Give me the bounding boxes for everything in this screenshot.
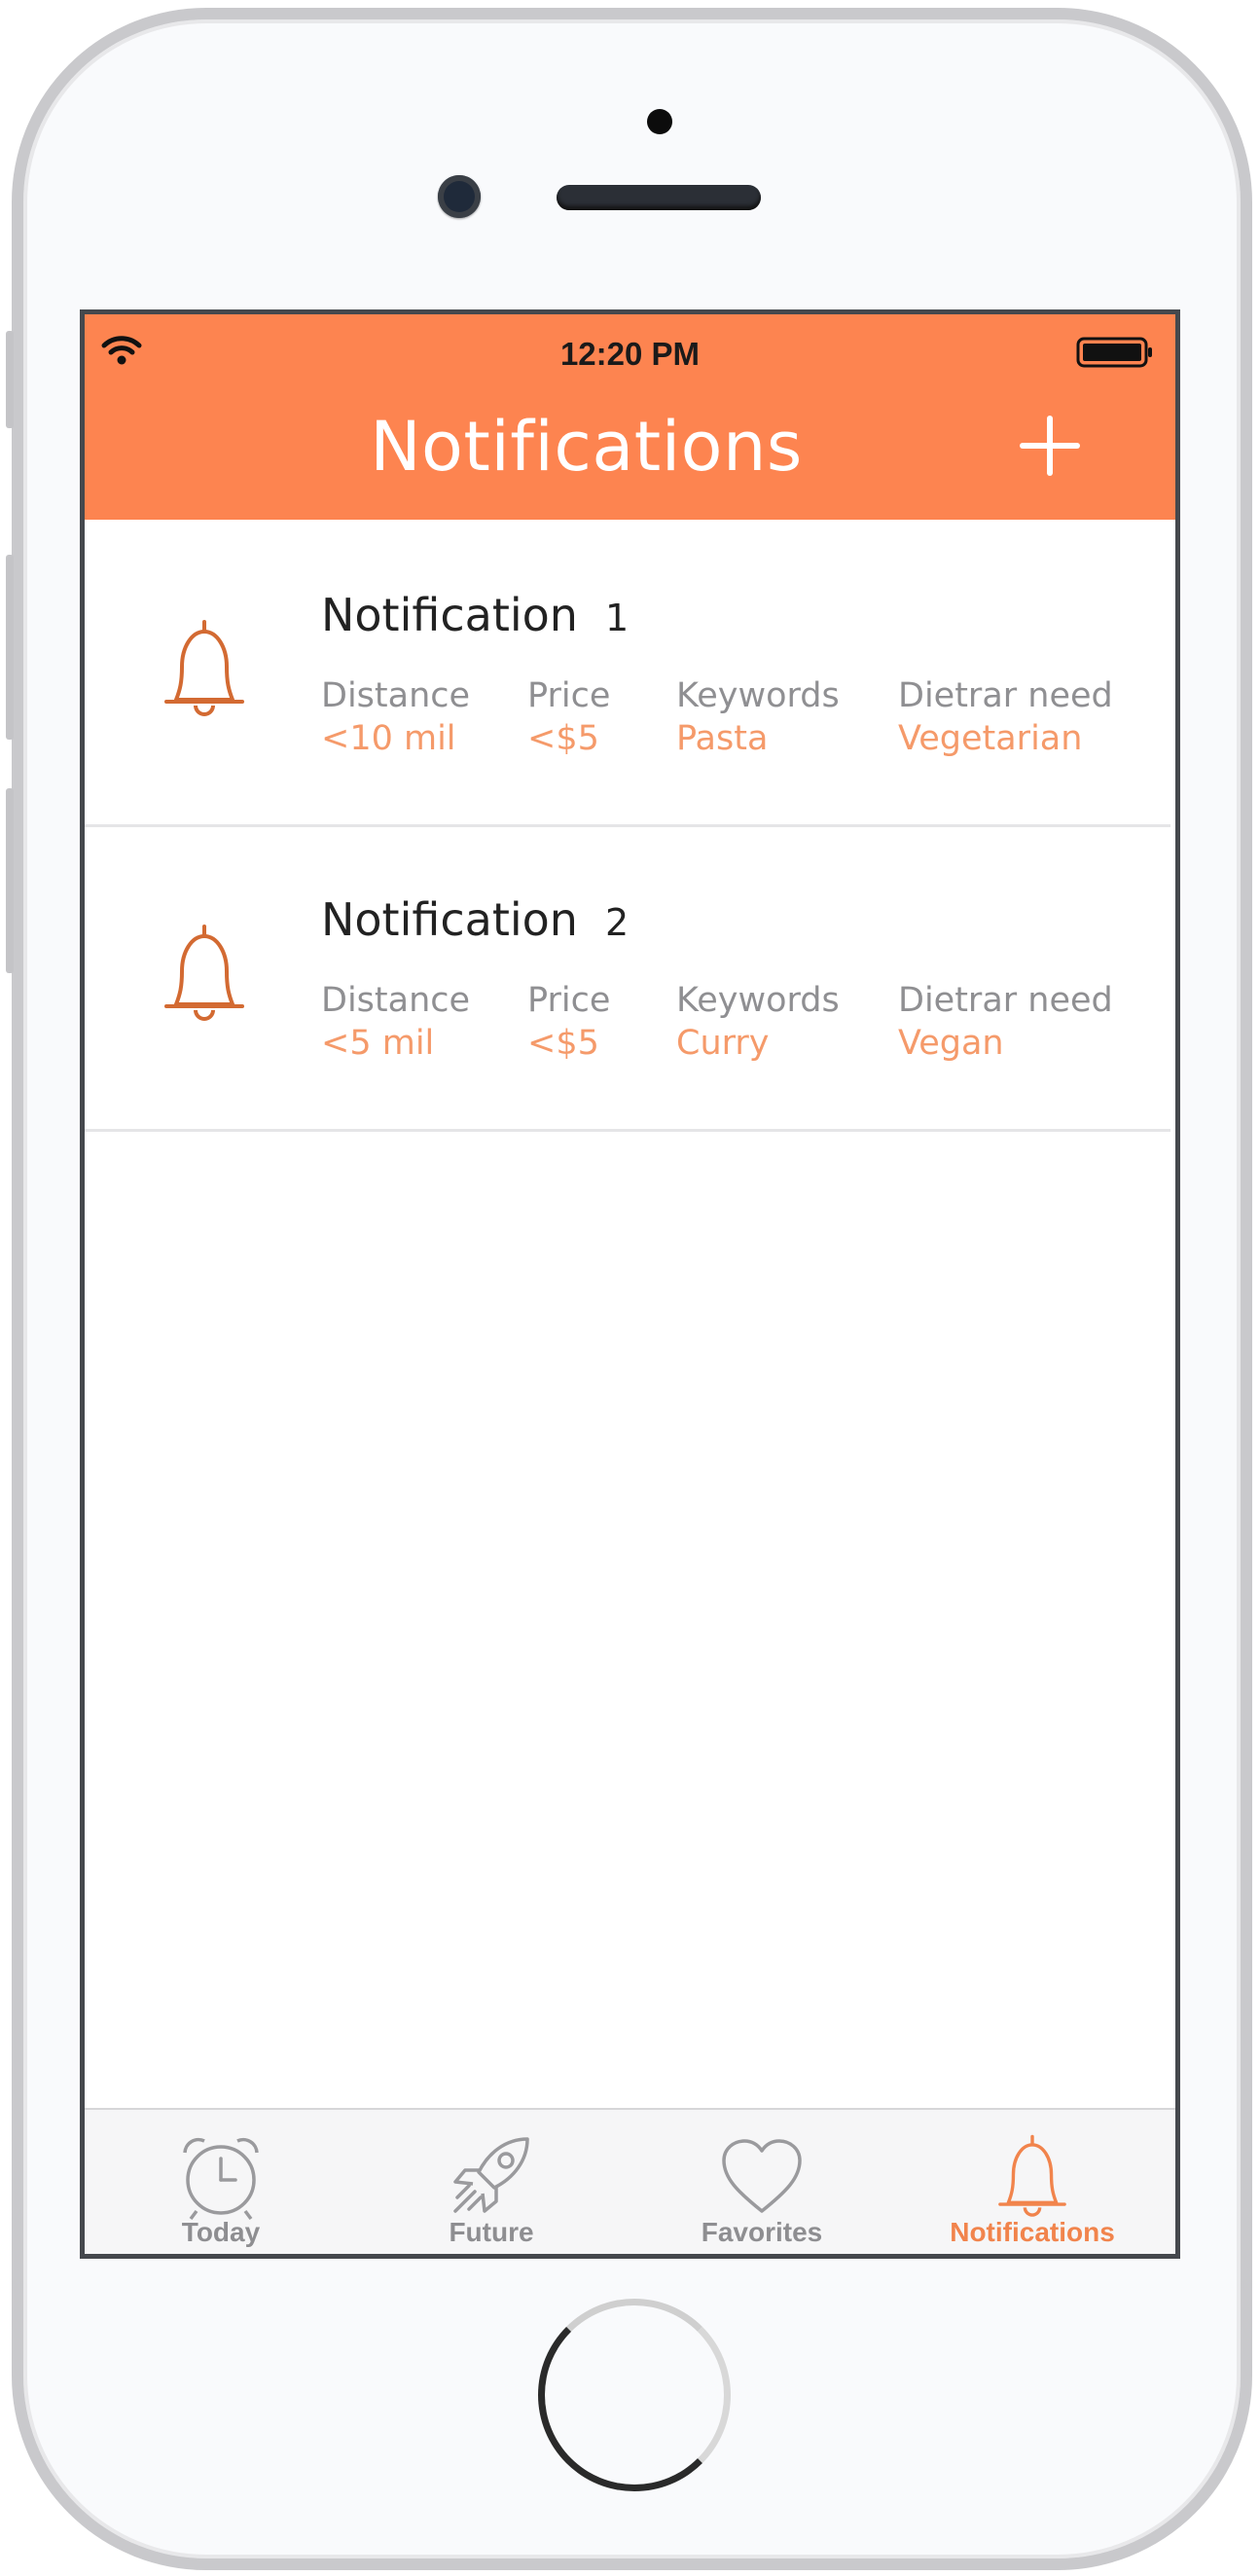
tab-bar: Today Future Favorites Notifications (85, 2108, 1175, 2254)
tab-favorites-label: Favorites (701, 2217, 823, 2247)
battery-icon (1076, 337, 1152, 368)
dietary-need-label: Dietrar need (898, 981, 1113, 1020)
price-field: Price <$5 (527, 676, 610, 758)
notification-title: Notification 2 (321, 893, 629, 946)
nav-header: 12:20 PM Notifications (85, 314, 1175, 520)
silent-switch (6, 331, 14, 428)
keywords-label: Keywords (676, 981, 840, 1020)
price-field: Price <$5 (527, 981, 610, 1063)
dietary-need-value: Vegan (898, 1024, 1004, 1063)
dietary-need-field: Dietrar need Vegetarian (898, 676, 1113, 758)
page-title: Notifications (370, 407, 803, 487)
notification-number: 2 (604, 901, 630, 944)
proximity-sensor (647, 109, 672, 134)
price-label: Price (527, 981, 611, 1020)
earpiece-speaker (557, 185, 761, 210)
distance-value: <10 mil (321, 719, 456, 758)
tab-notifications[interactable]: Notifications (896, 2110, 1169, 2254)
volume-up-button (6, 555, 14, 740)
dietary-need-field: Dietrar need Vegan (898, 981, 1113, 1063)
tab-notifications-label: Notifications (950, 2217, 1115, 2247)
add-notification-button[interactable] (1019, 415, 1081, 477)
dietary-need-label: Dietrar need (898, 676, 1113, 715)
price-value: <$5 (527, 719, 599, 758)
price-value: <$5 (527, 1024, 599, 1063)
front-camera (438, 175, 481, 218)
notification-row[interactable]: Notification 1 Distance <10 mil Price <$5… (85, 523, 1170, 827)
keywords-value: Curry (676, 1024, 770, 1063)
status-time: 12:20 PM (559, 336, 701, 372)
distance-label: Distance (321, 676, 471, 715)
notification-name: Notification (321, 589, 578, 641)
home-button[interactable] (538, 2299, 731, 2491)
alarm-clock-icon (183, 2137, 259, 2221)
tab-future-label: Future (449, 2217, 534, 2247)
distance-label: Distance (321, 981, 471, 1020)
tab-favorites[interactable]: Favorites (626, 2110, 898, 2254)
keywords-field: Keywords Curry (676, 981, 840, 1063)
keywords-label: Keywords (676, 676, 840, 715)
app-screen: 12:20 PM Notifications Notification 1 Dis… (80, 309, 1180, 2259)
notification-row[interactable]: Notification 2 Distance <5 mil Price <$5 … (85, 827, 1170, 1132)
notification-number: 1 (604, 597, 630, 639)
notification-name: Notification (321, 893, 578, 946)
heart-icon (722, 2139, 802, 2213)
tab-today-label: Today (181, 2217, 261, 2247)
volume-down-button (6, 788, 14, 973)
distance-field: Distance <5 mil (321, 981, 470, 1063)
distance-value: <5 mil (321, 1024, 435, 1063)
notification-title: Notification 1 (321, 589, 629, 641)
rocket-icon (453, 2137, 529, 2213)
tab-today[interactable]: Today (85, 2110, 357, 2254)
bell-icon (164, 620, 244, 716)
keywords-field: Keywords Pasta (676, 676, 840, 758)
bell-icon (164, 925, 244, 1021)
tab-future[interactable]: Future (355, 2110, 628, 2254)
dietary-need-value: Vegetarian (898, 719, 1083, 758)
bell-icon (998, 2134, 1066, 2217)
price-label: Price (527, 676, 611, 715)
keywords-value: Pasta (676, 719, 769, 758)
distance-field: Distance <10 mil (321, 676, 470, 758)
